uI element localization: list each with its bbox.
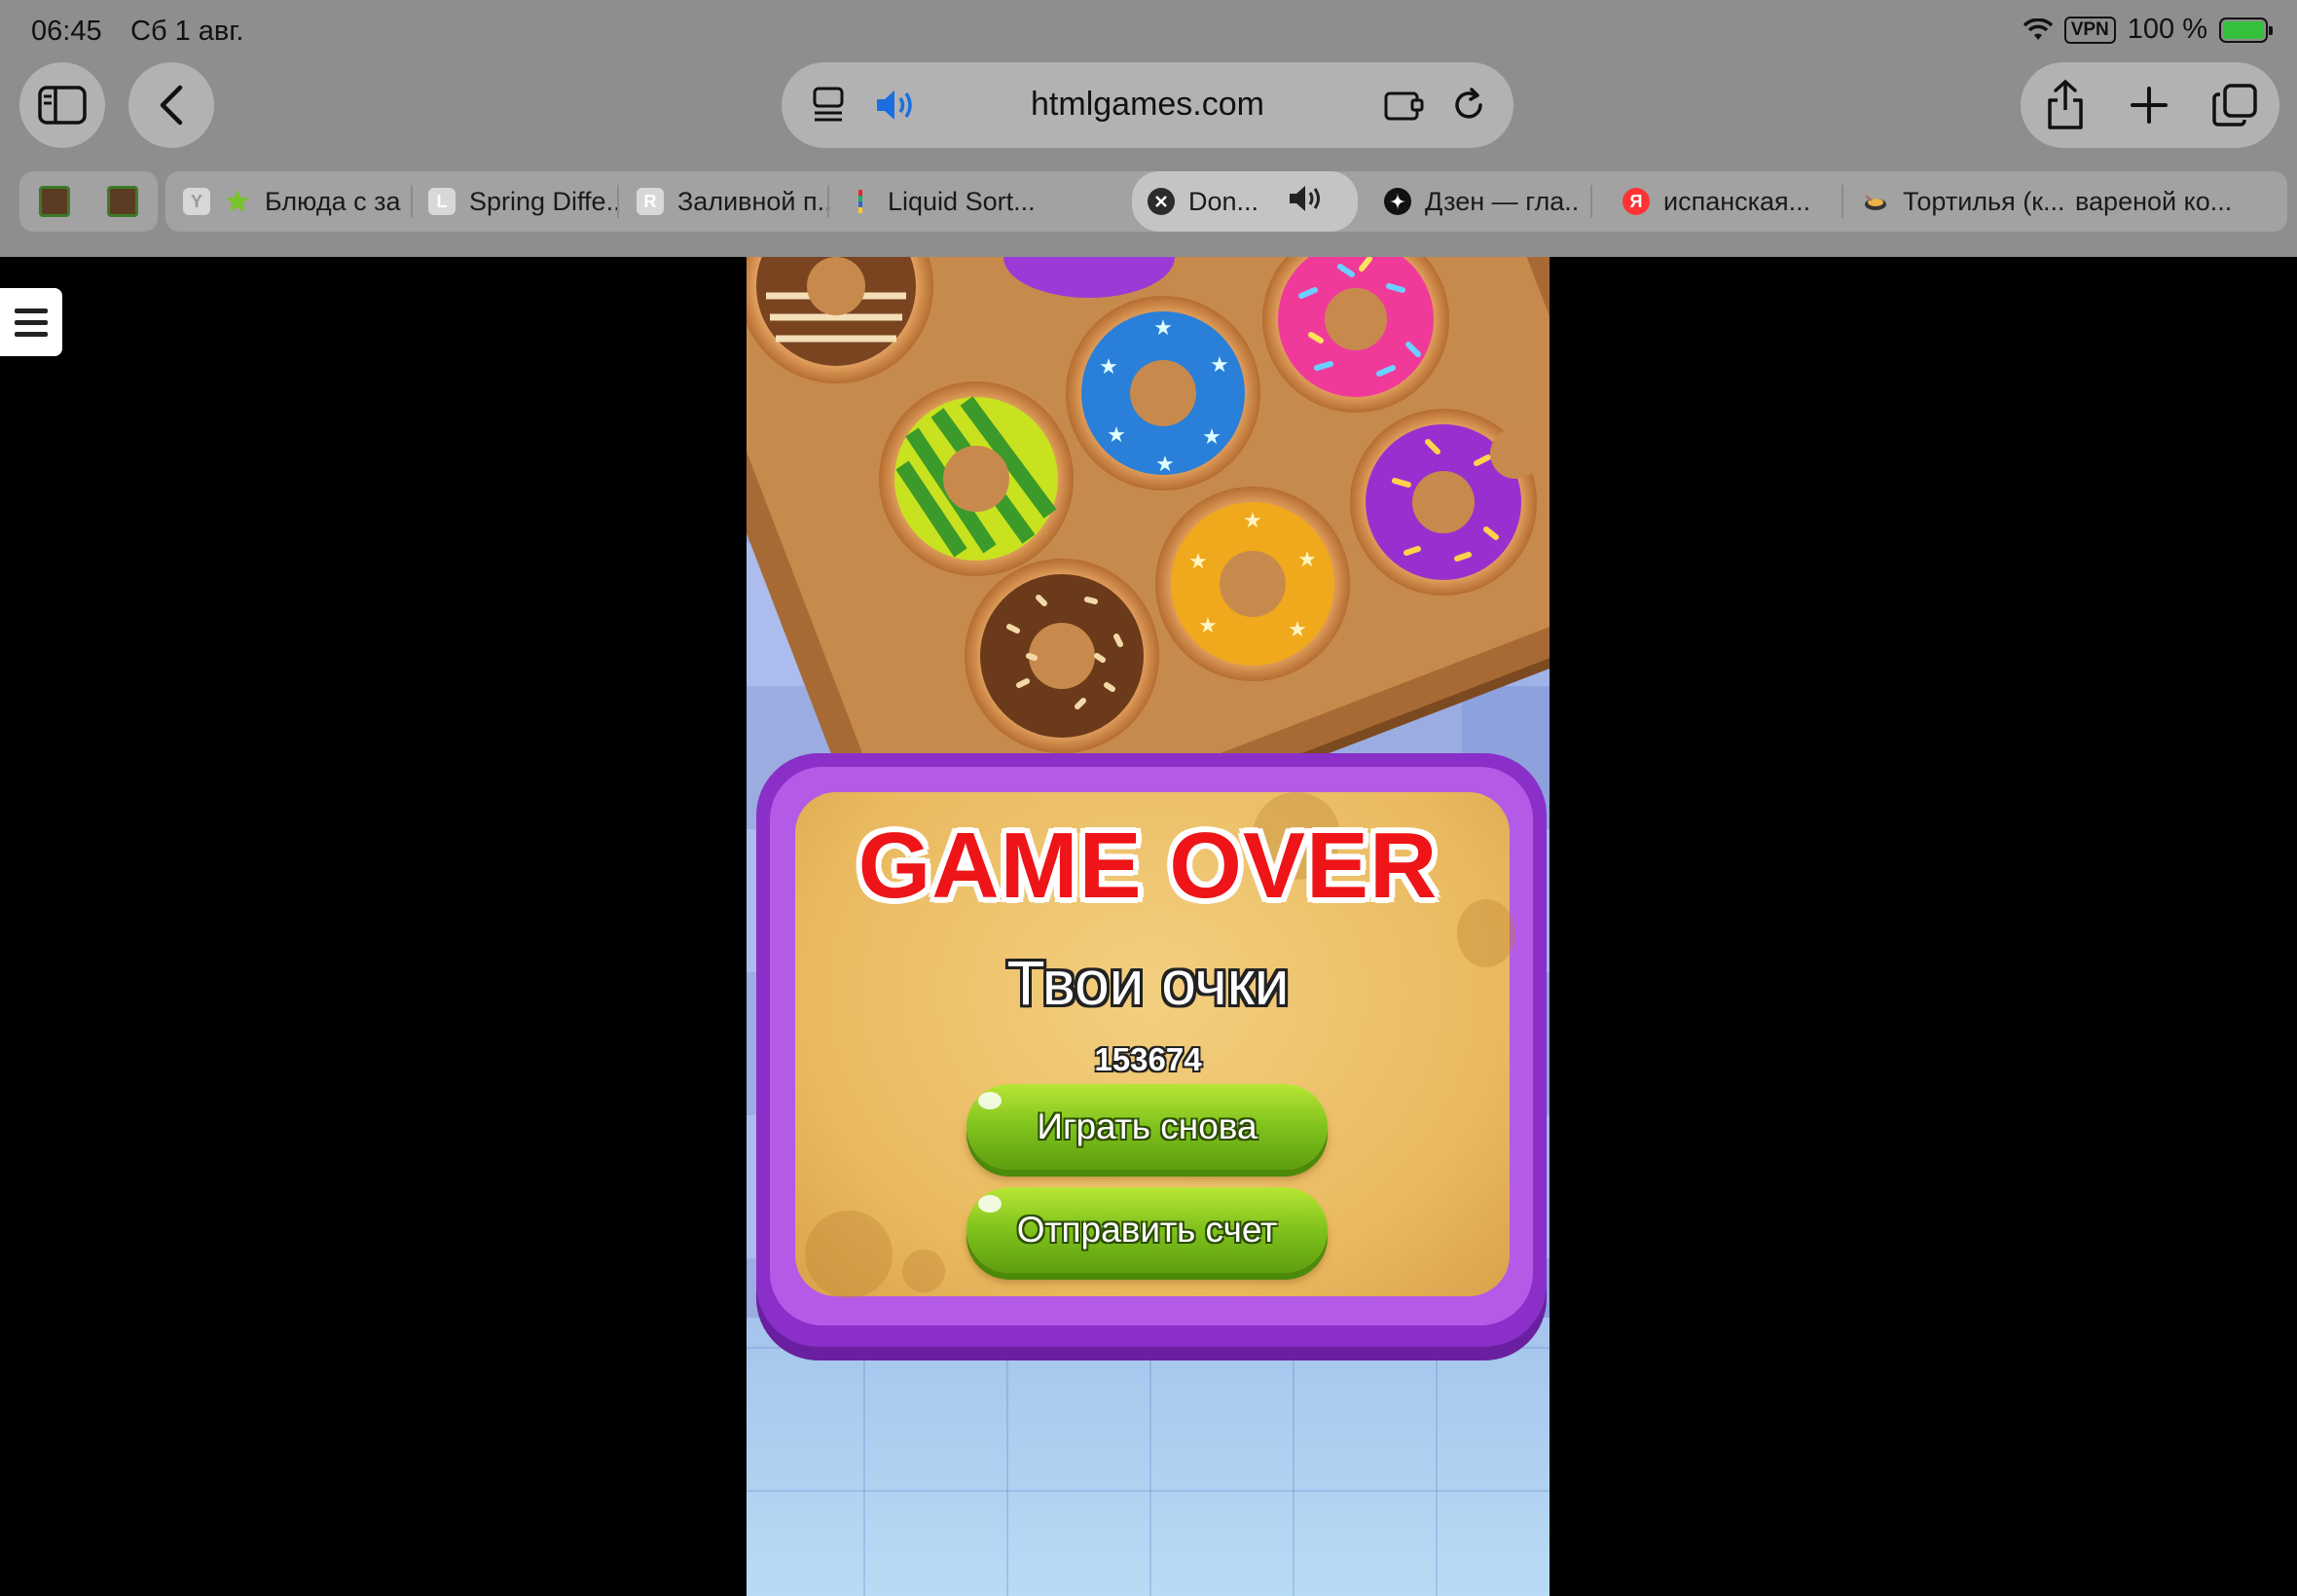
- game-canvas[interactable]: ★ ★ ★ ★ ★ ★ ★ ★ ★ ★ ★ GAME OVER Твои очки 153674 …: [747, 257, 1550, 1596]
- status-bar: 06:45 Сб 1 авг. VPN 100 %: [0, 0, 2297, 58]
- letter-favicon-icon: L: [428, 188, 456, 215]
- tab-label: Spring Diffe...: [469, 186, 623, 216]
- address-bar[interactable]: htmlgames.com: [782, 62, 1513, 148]
- toolbar-right-group: [2021, 62, 2279, 148]
- floor-tiles-bottom: [747, 1318, 1550, 1596]
- tab-label: Liquid Sort...: [888, 186, 1036, 216]
- svg-text:★: ★: [1210, 352, 1229, 377]
- tab-divider: [827, 185, 829, 218]
- hamburger-icon-line: [15, 308, 48, 313]
- status-date: Сб 1 авг.: [130, 16, 244, 47]
- svg-text:★: ★: [1202, 424, 1221, 449]
- tab-label: Дзен — гла...: [1425, 186, 1579, 216]
- tab-label: Заливной п...: [677, 186, 831, 216]
- svg-text:★: ★: [1297, 547, 1317, 571]
- new-tab-icon[interactable]: [2124, 82, 2174, 128]
- zen-favicon-icon: [1384, 188, 1411, 215]
- svg-text:★: ★: [1153, 315, 1173, 340]
- tab-bar: Y Блюда с за L Spring Diffe... R Заливно…: [0, 167, 2297, 236]
- speaker-icon[interactable]: [1288, 183, 1327, 221]
- sidebar-icon: [38, 86, 87, 125]
- browser-chrome: 06:45 Сб 1 авг. VPN 100 % htmlgames.com: [0, 0, 2297, 257]
- tab-4[interactable]: Liquid Sort...: [847, 171, 1080, 232]
- chevron-left-icon: [160, 85, 183, 126]
- tab-divider: [617, 185, 619, 218]
- paper-stain: [805, 1211, 893, 1298]
- button-shine: [978, 1092, 1002, 1109]
- play-again-button[interactable]: Играть снова: [966, 1084, 1328, 1170]
- tab-label: испанская...: [1663, 186, 1811, 216]
- hamburger-icon-line: [15, 331, 48, 337]
- extensions-icon[interactable]: [1381, 84, 1426, 127]
- tab-8[interactable]: Тортилья (к...: [1862, 171, 2068, 232]
- donut-yellow-stars: ★ ★ ★ ★ ★: [1155, 487, 1350, 681]
- tab-6[interactable]: Дзен — гла...: [1384, 171, 1579, 232]
- tabs-overview-icon[interactable]: [2209, 82, 2260, 128]
- submit-score-button[interactable]: Отправить счет: [966, 1187, 1328, 1273]
- tab-divider: [1841, 185, 1843, 218]
- donut-chocolate-nuts: [965, 559, 1159, 753]
- svg-text:★: ★: [1198, 613, 1218, 637]
- tab-label: Блюда с за: [265, 186, 401, 216]
- letter-favicon-icon: R: [637, 188, 664, 215]
- tab-hidden[interactable]: Y: [183, 171, 214, 232]
- svg-text:★: ★: [1099, 354, 1118, 379]
- button-shine: [978, 1195, 1002, 1213]
- close-tab-icon[interactable]: [1148, 188, 1175, 215]
- svg-text:★: ★: [1188, 549, 1208, 573]
- tab-label: Don...: [1188, 186, 1259, 216]
- wifi-icon: [2023, 18, 2053, 40]
- donut-blue-stars: ★ ★ ★ ★ ★ ★: [1066, 296, 1260, 490]
- game-over-title: GAME OVER: [857, 814, 1439, 918]
- donut-purple: [1003, 257, 1175, 298]
- paper-stain: [902, 1250, 945, 1292]
- hamburger-icon-line: [15, 319, 48, 325]
- donut-purple-sprinkles: [1350, 409, 1541, 596]
- score-label: Твои очки: [1006, 948, 1290, 1018]
- donut-chocolate-stripes: [747, 257, 933, 383]
- tab-label: вареной ко...: [2075, 186, 2233, 216]
- battery-percent: 100 %: [2127, 14, 2207, 45]
- tab-active[interactable]: Don...: [1132, 171, 1358, 232]
- status-right: VPN 100 %: [2023, 14, 2273, 46]
- tab-1[interactable]: Блюда с за: [224, 171, 419, 232]
- pinned-tab-1[interactable]: [39, 186, 70, 217]
- pinned-tabs: [19, 171, 158, 232]
- tab-2[interactable]: L Spring Diffe...: [428, 171, 623, 232]
- pan-favicon-icon: [1862, 188, 1889, 215]
- star-favicon-icon: [224, 188, 251, 215]
- sidebar-toggle-button[interactable]: [19, 62, 105, 148]
- bottles-favicon-icon: [847, 188, 874, 215]
- tab-divider: [411, 185, 413, 218]
- tab-7[interactable]: Я испанская...: [1622, 171, 1827, 232]
- submit-score-label: Отправить счет: [1016, 1210, 1278, 1250]
- page-menu-button[interactable]: [0, 288, 62, 356]
- svg-text:★: ★: [1288, 617, 1307, 641]
- yandex-favicon-icon: Я: [1622, 188, 1650, 215]
- tab-strip: Y Блюда с за L Spring Diffe... R Заливно…: [165, 171, 2287, 232]
- battery-icon: [2219, 17, 2273, 43]
- donut-pink: [1262, 257, 1449, 413]
- tab-divider: [1590, 185, 1592, 218]
- back-button[interactable]: [128, 62, 214, 148]
- play-again-label: Играть снова: [1037, 1106, 1258, 1146]
- status-time: 06:45: [31, 16, 102, 47]
- reload-icon[interactable]: [1447, 84, 1490, 127]
- score-value: 153674: [1094, 1041, 1202, 1077]
- donut-green-stripes: [879, 381, 1074, 576]
- donuts-illustration: ★ ★ ★ ★ ★ ★ ★ ★ ★ ★ ★: [747, 257, 1541, 753]
- tab-9[interactable]: вареной ко...: [2075, 171, 2279, 232]
- svg-text:★: ★: [1243, 508, 1262, 532]
- share-icon[interactable]: [2040, 78, 2091, 132]
- pinned-tab-2[interactable]: [107, 186, 138, 217]
- svg-text:★: ★: [1155, 452, 1175, 476]
- vpn-badge: VPN: [2063, 16, 2116, 44]
- tab-3[interactable]: R Заливной п...: [637, 171, 831, 232]
- svg-text:★: ★: [1107, 422, 1126, 447]
- tab-label: Тортилья (к...: [1903, 186, 2065, 216]
